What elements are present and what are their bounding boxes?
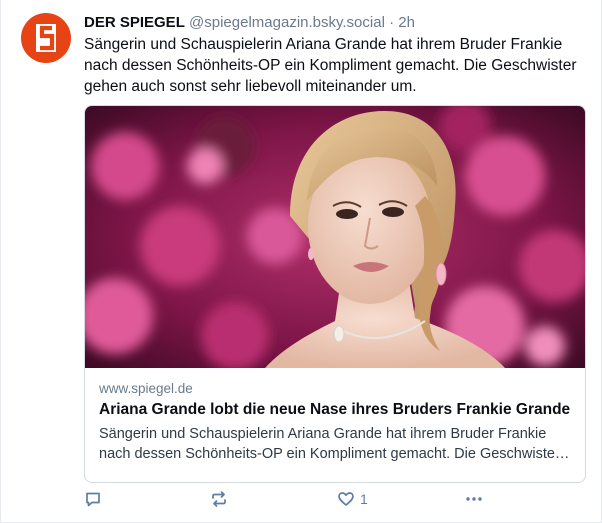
- post[interactable]: DER SPIEGEL @spiegelmagazin.bsky.social …: [0, 0, 602, 523]
- reply-button[interactable]: [84, 490, 102, 508]
- repost-icon: [212, 491, 226, 507]
- card-title[interactable]: Ariana Grande lobt die neue Nase ihres B…: [99, 400, 571, 419]
- reply-icon: [86, 492, 100, 507]
- card-image: [85, 106, 585, 368]
- avatar[interactable]: [21, 13, 71, 63]
- heart-icon: [338, 492, 354, 506]
- post-time[interactable]: 2h: [398, 14, 415, 31]
- link-card[interactable]: www.spiegel.de Ariana Grande lobt die ne…: [84, 105, 586, 483]
- more-options-button[interactable]: [464, 490, 484, 508]
- post-actions: 1: [84, 490, 586, 514]
- separator: ·: [389, 14, 395, 31]
- post-header: DER SPIEGEL @spiegelmagazin.bsky.social …: [84, 14, 591, 32]
- post-text: Sängerin und Schauspielerin Ariana Grand…: [84, 36, 577, 95]
- ariana-grande-photo: [85, 106, 585, 368]
- author-name[interactable]: DER SPIEGEL: [84, 14, 185, 31]
- author-handle[interactable]: @spiegelmagazin.bsky.social: [189, 14, 385, 31]
- card-body: www.spiegel.de Ariana Grande lobt die ne…: [99, 380, 571, 464]
- card-domain: www.spiegel.de: [99, 381, 193, 396]
- spiegel-logo-icon: [36, 24, 56, 52]
- like-button[interactable]: 1: [337, 490, 368, 508]
- like-count: 1: [360, 491, 368, 507]
- more-icon: [466, 497, 482, 501]
- card-description: Sängerin und Schauspielerin Ariana Grand…: [99, 426, 560, 462]
- repost-button[interactable]: [210, 490, 228, 508]
